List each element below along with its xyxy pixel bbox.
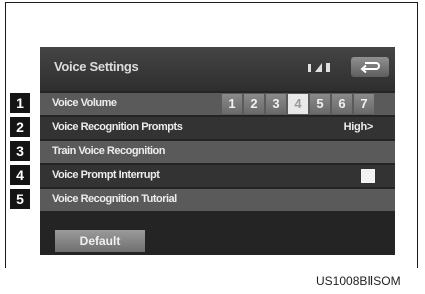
back-button[interactable] bbox=[351, 57, 389, 77]
volume-level-1[interactable]: 1 bbox=[222, 94, 242, 114]
back-arrow-icon bbox=[360, 62, 380, 73]
voice-volume-row: Voice Volume 1 2 3 4 5 6 7 bbox=[40, 93, 395, 115]
volume-level-2[interactable]: 2 bbox=[244, 94, 264, 114]
bluetooth-icon bbox=[308, 64, 311, 72]
volume-level-3[interactable]: 3 bbox=[266, 94, 286, 114]
callout-badge-2: 2 bbox=[10, 117, 30, 137]
train-voice-recognition-row[interactable]: Train Voice Recognition bbox=[40, 141, 395, 163]
voice-recognition-prompts-row[interactable]: Voice Recognition Prompts High> bbox=[40, 117, 395, 139]
callout-badge-1: 1 bbox=[10, 93, 30, 113]
volume-level-5[interactable]: 5 bbox=[310, 94, 330, 114]
voice-volume-label: Voice Volume bbox=[52, 97, 117, 109]
status-icons bbox=[308, 63, 330, 72]
battery-icon bbox=[326, 63, 330, 72]
prompts-value: High> bbox=[343, 121, 374, 133]
title-bar: Voice Settings bbox=[40, 47, 395, 91]
voice-recognition-prompts-label: Voice Recognition Prompts bbox=[52, 121, 183, 133]
voice-prompt-interrupt-label: Voice Prompt Interrupt bbox=[52, 169, 160, 181]
callout-badge-5: 5 bbox=[10, 189, 30, 209]
volume-level-6[interactable]: 6 bbox=[332, 94, 352, 114]
screen-title: Voice Settings bbox=[54, 59, 139, 74]
voice-prompt-interrupt-row[interactable]: Voice Prompt Interrupt bbox=[40, 165, 395, 187]
voice-recognition-tutorial-label: Voice Recognition Tutorial bbox=[52, 193, 177, 205]
volume-level-4[interactable]: 4 bbox=[288, 94, 308, 114]
voice-prompt-interrupt-checkbox[interactable] bbox=[361, 169, 375, 183]
callout-badge-3: 3 bbox=[10, 141, 30, 161]
figure-code: US1008BⅡSOM bbox=[316, 274, 401, 288]
voice-recognition-tutorial-row[interactable]: Voice Recognition Tutorial bbox=[40, 189, 395, 211]
callout-badge-4: 4 bbox=[10, 165, 30, 185]
volume-level-7[interactable]: 7 bbox=[354, 94, 374, 114]
train-voice-recognition-label: Train Voice Recognition bbox=[52, 145, 165, 157]
signal-icon bbox=[315, 63, 322, 72]
default-button[interactable]: Default bbox=[55, 230, 145, 252]
voice-settings-screen: Voice Settings Voice Volume 1 2 3 4 5 6 … bbox=[40, 47, 395, 255]
